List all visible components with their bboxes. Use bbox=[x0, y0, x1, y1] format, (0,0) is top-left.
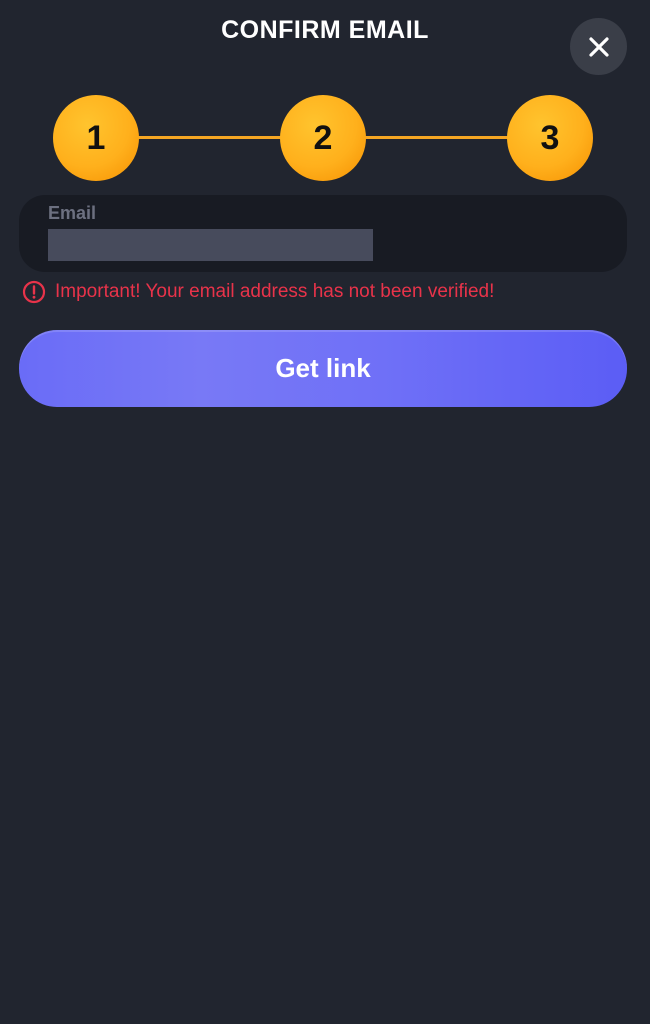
close-icon bbox=[588, 36, 609, 57]
step-2-circle: 2 bbox=[280, 95, 366, 181]
stepper-connector bbox=[133, 136, 285, 139]
get-link-button[interactable]: Get link bbox=[19, 330, 627, 407]
email-label: Email bbox=[48, 203, 97, 223]
close-button[interactable] bbox=[570, 18, 627, 75]
modal-title: CONFIRM EMAIL bbox=[221, 16, 429, 44]
progress-stepper: 1 2 3 bbox=[53, 95, 593, 181]
confirm-email-modal: CONFIRM EMAIL 1 2 3 Email Important! You… bbox=[0, 0, 650, 1024]
stepper-connector bbox=[360, 136, 512, 139]
step-1-circle: 1 bbox=[53, 95, 139, 181]
verification-warning: Important! Your email address has not be… bbox=[22, 280, 494, 304]
alert-circle-icon bbox=[22, 280, 46, 304]
warning-text: Important! Your email address has not be… bbox=[55, 281, 495, 302]
step-3-circle: 3 bbox=[507, 95, 593, 181]
email-field-container: Email bbox=[19, 195, 627, 272]
email-input[interactable] bbox=[48, 229, 373, 261]
